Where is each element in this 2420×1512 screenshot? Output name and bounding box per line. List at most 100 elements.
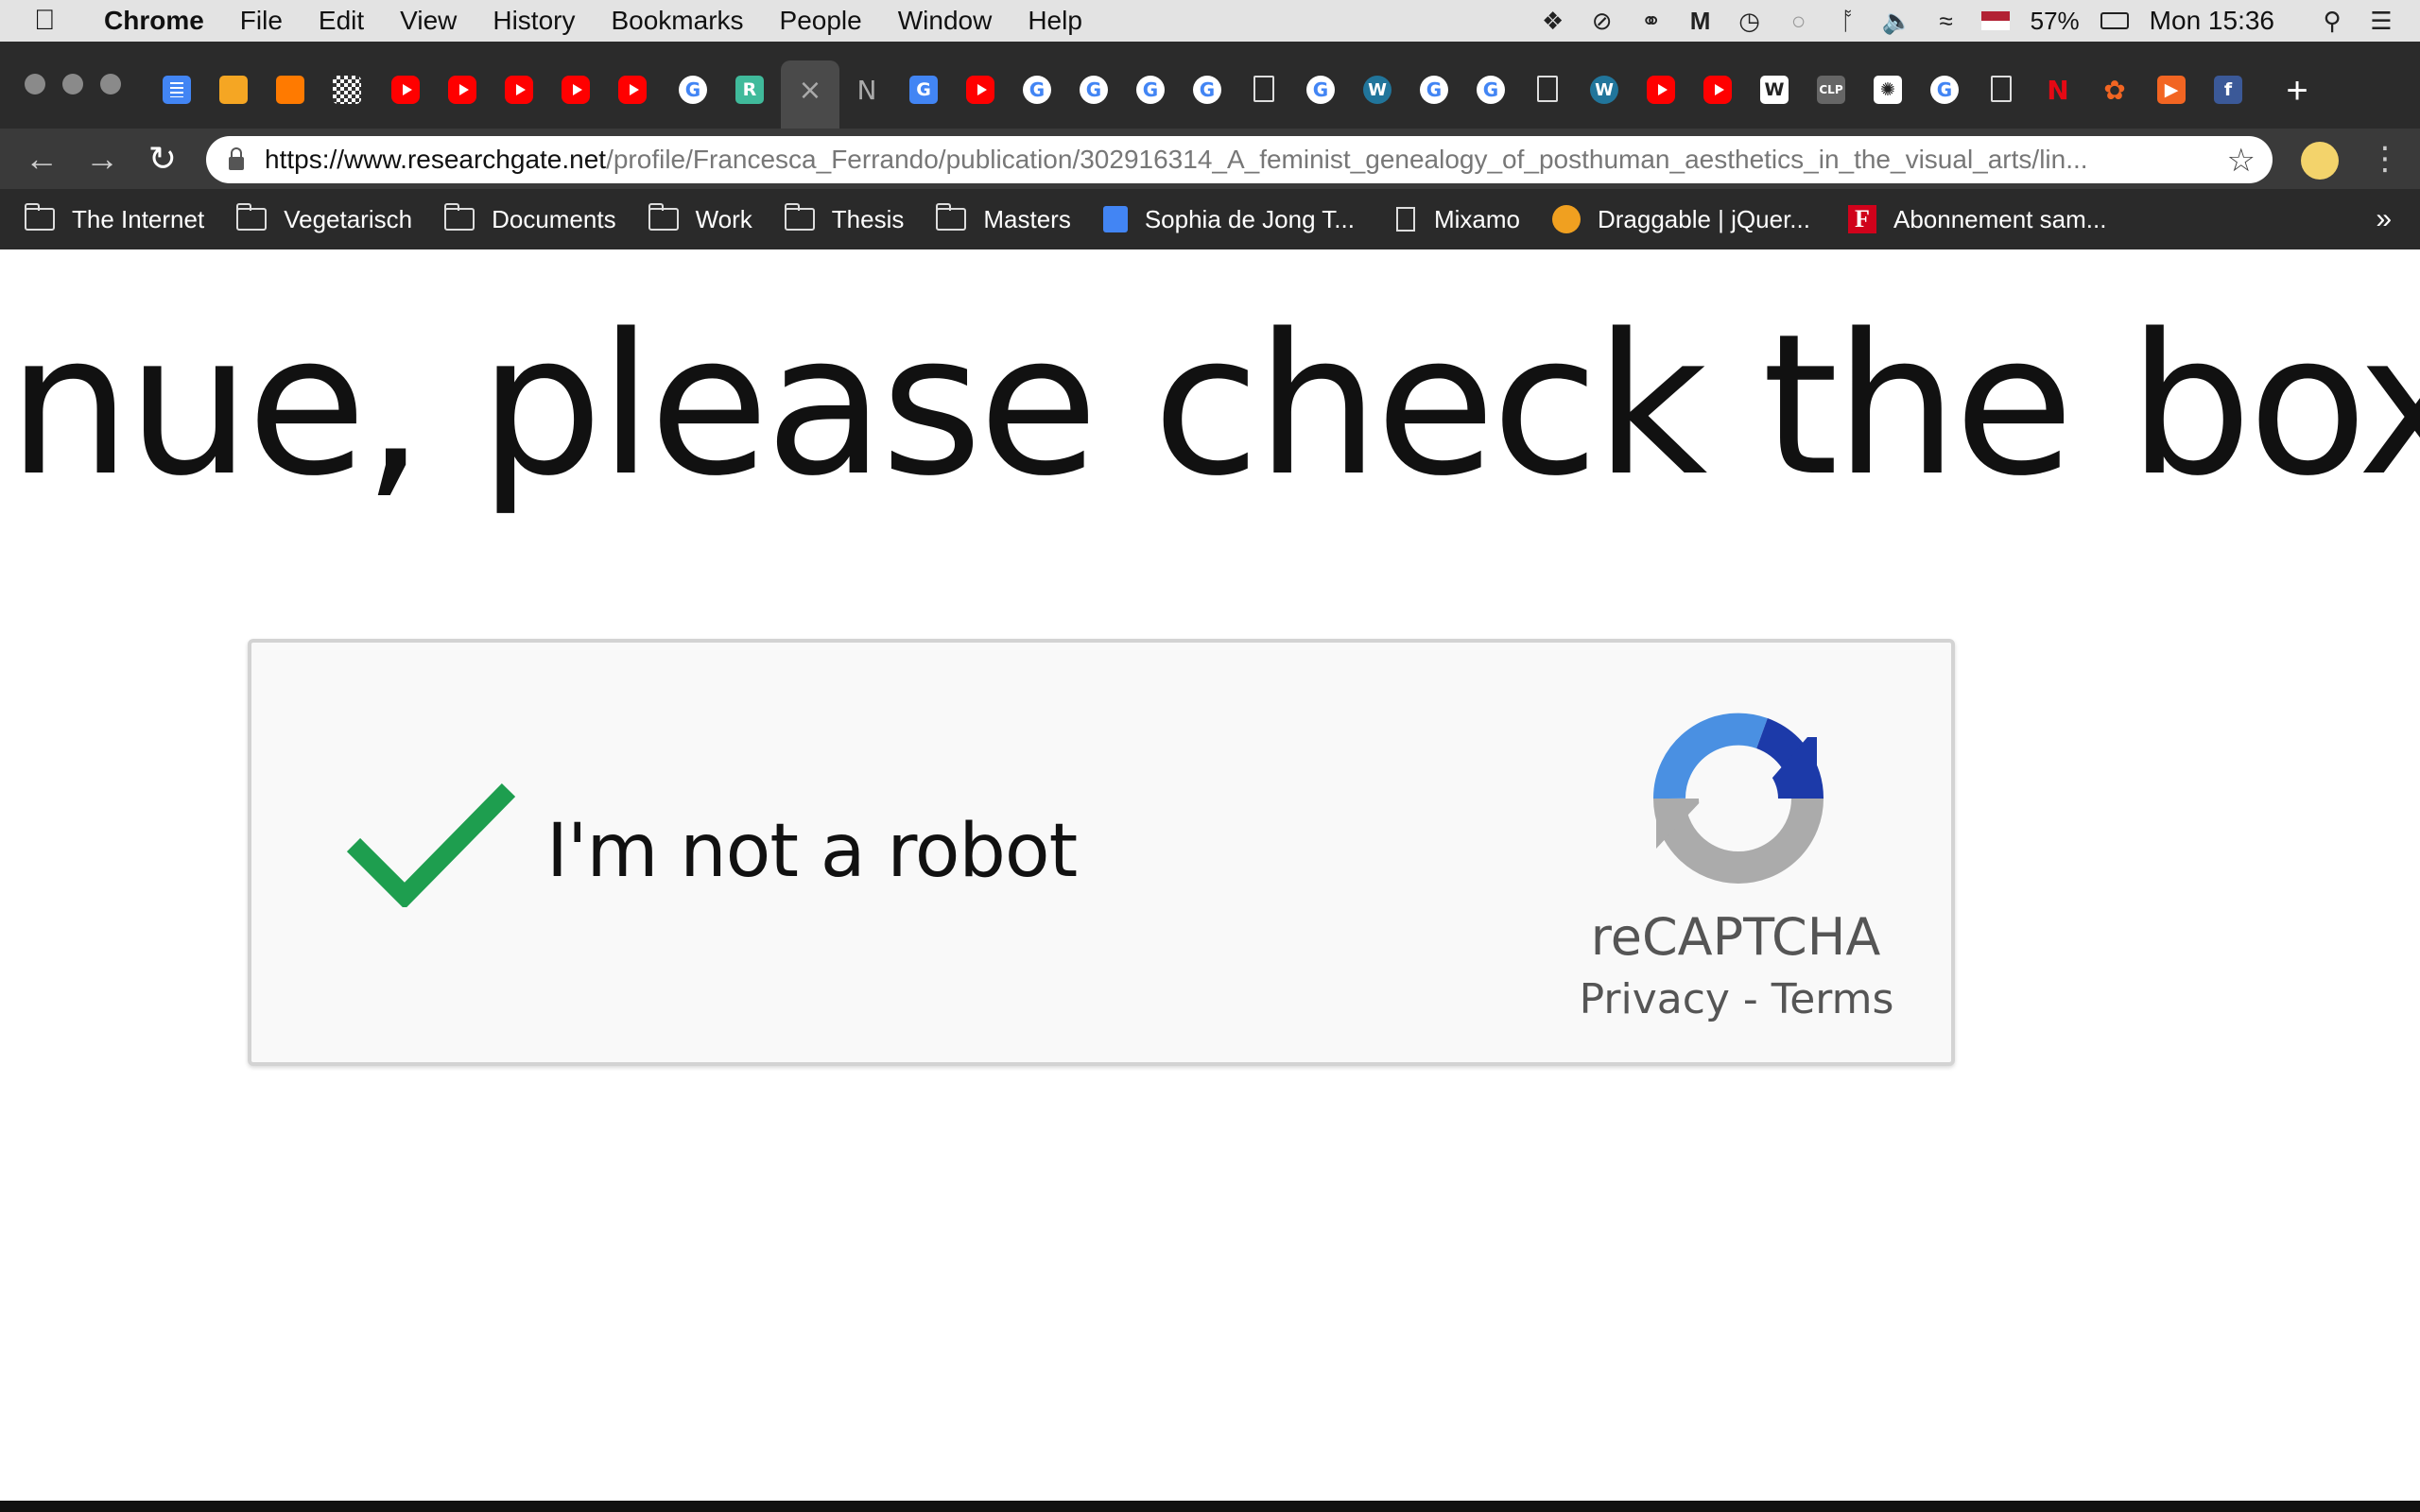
- battery-icon[interactable]: [2100, 12, 2129, 29]
- tab-google-icon[interactable]: G: [1477, 76, 1505, 104]
- tab-youtube-icon[interactable]: [1703, 76, 1732, 104]
- close-window-button[interactable]: [25, 74, 45, 94]
- tab-netflix-icon[interactable]: N: [2044, 75, 2072, 106]
- tab-google-docs-icon[interactable]: [163, 76, 191, 104]
- active-tab-close-icon[interactable]: ×: [796, 74, 824, 107]
- minimize-window-button[interactable]: [62, 74, 83, 94]
- tab-google-icon[interactable]: G: [1193, 76, 1221, 104]
- folder-icon: [648, 203, 679, 231]
- malwarebytes-icon[interactable]: M: [1686, 7, 1715, 35]
- forward-arrow-icon[interactable]: →: [81, 138, 123, 180]
- menu-people[interactable]: People: [780, 6, 862, 36]
- menu-app-chrome[interactable]: Chrome: [104, 6, 204, 36]
- menu-bookmarks[interactable]: Bookmarks: [611, 6, 743, 36]
- tab-play-icon[interactable]: ▶: [2157, 76, 2186, 104]
- tab-youtube-icon[interactable]: [448, 76, 476, 104]
- time-machine-icon[interactable]: ◷: [1736, 7, 1764, 35]
- bookmark-thesis[interactable]: Thesis: [784, 203, 904, 234]
- menu-view[interactable]: View: [400, 6, 457, 36]
- messages-icon[interactable]: ○: [1785, 7, 1813, 35]
- bookmark-mixamo[interactable]: Mixamo: [1395, 205, 1520, 234]
- tab-wikipedia-icon[interactable]: W: [1760, 76, 1789, 104]
- tab-clp-icon[interactable]: CLP: [1817, 76, 1845, 104]
- bookmark-star-icon[interactable]: ☆: [2227, 142, 2256, 180]
- tab-file-icon[interactable]: [1537, 76, 1558, 102]
- tab-pencil-icon[interactable]: [276, 76, 304, 104]
- tab-youtube-icon[interactable]: [505, 76, 533, 104]
- tab-youtube-icon[interactable]: [966, 76, 994, 104]
- apple-menu-icon[interactable]: : [34, 5, 72, 37]
- tab-file-icon[interactable]: [1253, 76, 1274, 102]
- tab-qr-icon[interactable]: [333, 76, 361, 104]
- new-tab-button[interactable]: +: [2278, 72, 2316, 110]
- tab-wordpress-icon[interactable]: W: [1363, 76, 1392, 104]
- menu-window[interactable]: Window: [898, 6, 993, 36]
- bookmark-vegetarisch[interactable]: Vegetarisch: [236, 203, 412, 234]
- tab-google-icon[interactable]: G: [679, 76, 707, 104]
- notification-center-icon[interactable]: ☰: [2367, 7, 2395, 35]
- chrome-menu-icon[interactable]: ⋮: [2369, 138, 2401, 180]
- folder-icon: [444, 203, 475, 231]
- creative-cloud-icon[interactable]: ⚭: [1637, 7, 1666, 35]
- url-text[interactable]: https://www.researchgate.net/profile/Fra…: [265, 145, 2231, 175]
- reload-icon[interactable]: ↻: [142, 138, 183, 180]
- menu-clock[interactable]: Mon 15:36: [2150, 6, 2274, 36]
- wifi-icon[interactable]: ≈: [1932, 7, 1961, 35]
- bookmark-the-internet[interactable]: The Internet: [25, 203, 204, 234]
- folder-icon: [236, 203, 268, 231]
- recaptcha-widget[interactable]: I'm not a robot reCAPTCHA Privacy - Term…: [248, 639, 1955, 1066]
- menu-edit[interactable]: Edit: [319, 6, 364, 36]
- tab-translate-icon[interactable]: G: [909, 76, 938, 104]
- tab-google-icon[interactable]: G: [1420, 76, 1448, 104]
- spotlight-search-icon[interactable]: ⚲: [2318, 7, 2346, 35]
- zoom-window-button[interactable]: [100, 74, 121, 94]
- captcha-label[interactable]: I'm not a robot: [546, 809, 1078, 894]
- recaptcha-brand: reCAPTCHA: [1590, 907, 1881, 967]
- tab-google-icon[interactable]: G: [1306, 76, 1335, 104]
- back-arrow-icon[interactable]: ←: [21, 138, 62, 180]
- bookmark-abonnement[interactable]: F Abonnement sam...: [1847, 205, 2106, 234]
- terms-link[interactable]: Terms: [1772, 975, 1894, 1023]
- tab-researchgate-icon[interactable]: R: [735, 76, 764, 104]
- bookmarks-overflow-button[interactable]: »: [2376, 189, 2392, 249]
- volume-icon[interactable]: 🔈: [1881, 7, 1911, 35]
- tab-google-icon[interactable]: G: [1080, 76, 1108, 104]
- tab-google-icon[interactable]: G: [1136, 76, 1165, 104]
- tab-file-icon[interactable]: [1991, 76, 2012, 102]
- bluetooth-icon[interactable]: ᚩ: [1834, 7, 1862, 35]
- profile-avatar[interactable]: [2301, 142, 2339, 180]
- dropbox-icon[interactable]: ❖: [1539, 7, 1567, 35]
- menu-history[interactable]: History: [493, 6, 575, 36]
- bookmark-draggable-jquery[interactable]: Draggable | jQuer...: [1551, 205, 1810, 234]
- tab-youtube-icon[interactable]: [618, 76, 647, 104]
- bottom-edge: [0, 1501, 2420, 1512]
- battery-percentage[interactable]: 57%: [2031, 7, 2080, 36]
- tab-google-icon[interactable]: G: [1023, 76, 1051, 104]
- bookmark-masters[interactable]: Masters: [936, 203, 1071, 234]
- sync-icon[interactable]: ⊘: [1588, 7, 1616, 35]
- page-heading: nue, please check the box belo: [8, 292, 2420, 519]
- bookmark-documents[interactable]: Documents: [444, 203, 616, 234]
- tab-youtube-icon[interactable]: [562, 76, 590, 104]
- tab-facebook-icon[interactable]: f: [2214, 76, 2242, 104]
- tab-n-icon[interactable]: N: [853, 75, 881, 106]
- menu-file[interactable]: File: [240, 6, 283, 36]
- lock-icon[interactable]: [229, 147, 244, 170]
- tab-openai-icon[interactable]: ✺: [1874, 76, 1902, 104]
- tab-youtube-icon[interactable]: [391, 76, 420, 104]
- tab-wordpress-icon[interactable]: W: [1590, 76, 1618, 104]
- url-path: /profile/Francesca_Ferrando/publication/…: [606, 145, 2088, 174]
- bookmark-sophia-de-jong[interactable]: Sophia de Jong T...: [1102, 205, 1355, 234]
- bookmark-work[interactable]: Work: [648, 203, 752, 234]
- checkmark-icon[interactable]: [346, 775, 516, 907]
- menu-help[interactable]: Help: [1028, 6, 1082, 36]
- privacy-link[interactable]: Privacy: [1580, 975, 1730, 1023]
- tab-sublime-icon[interactable]: [219, 76, 248, 104]
- address-bar[interactable]: https://www.researchgate.net/profile/Fra…: [206, 136, 2273, 183]
- tab-swirl-icon[interactable]: ✿: [2100, 75, 2129, 106]
- flag-us-icon[interactable]: [1980, 11, 2010, 30]
- folder-icon: [936, 203, 967, 231]
- recaptcha-links: Privacy - Terms: [1562, 975, 1911, 1023]
- tab-google-icon[interactable]: G: [1930, 76, 1959, 104]
- tab-youtube-icon[interactable]: [1647, 76, 1675, 104]
